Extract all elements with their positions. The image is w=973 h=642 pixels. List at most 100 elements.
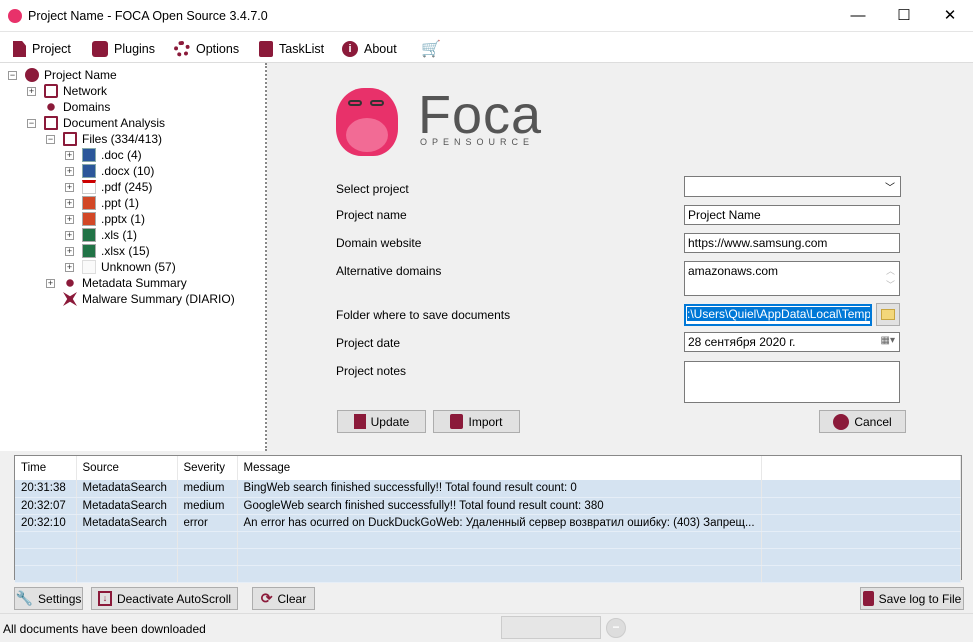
tree-node[interactable]: .doc (4) (82, 147, 142, 163)
pdf-icon (82, 180, 96, 194)
tree-node[interactable]: Malware Summary (DIARIO) (63, 291, 235, 307)
tree-node[interactable]: Domains (44, 99, 110, 115)
expand-toggle[interactable]: + (65, 231, 74, 240)
expand-toggle[interactable]: + (27, 87, 36, 96)
clipboard-icon (259, 41, 273, 57)
tree-node[interactable]: Project Name (25, 67, 117, 83)
expand-toggle[interactable]: + (65, 183, 74, 192)
status-text: All documents have been downloaded (3, 622, 206, 636)
project-notes-input[interactable] (684, 361, 900, 403)
refresh-icon: ⟳ (260, 590, 273, 606)
project-name-label: Project name (336, 208, 407, 222)
expand-toggle[interactable]: + (65, 199, 74, 208)
expand-toggle[interactable]: + (46, 279, 55, 288)
log-row[interactable]: 20:32:10 MetadataSearch error An error has … (15, 514, 962, 532)
log-cell (15, 548, 77, 566)
project-name-input[interactable]: Project Name (684, 205, 900, 225)
menu-plugins[interactable]: Plugins (92, 40, 155, 58)
expand-toggle[interactable]: − (27, 119, 36, 128)
log-table[interactable]: Time Source Severity Message 20:31:38 Met… (14, 455, 962, 583)
add-document-icon (353, 414, 366, 429)
expand-toggle[interactable]: − (46, 135, 55, 144)
button-label: Deactivate AutoScroll (116, 591, 232, 606)
expand-toggle[interactable]: + (65, 167, 74, 176)
column-source[interactable]: Source (76, 456, 178, 480)
tree-node[interactable]: .pdf (245) (82, 179, 152, 195)
tree-node-label: .docx (10) (101, 164, 155, 178)
tree-node[interactable]: Unknown (57) (82, 259, 176, 275)
tree-node[interactable]: .xlsx (15) (82, 243, 150, 259)
menu-cart[interactable]: 🛒 (421, 40, 441, 58)
tree-node[interactable]: Files (334/413) (63, 131, 162, 147)
update-button[interactable]: Update (337, 410, 426, 433)
expand-toggle[interactable]: + (65, 247, 74, 256)
browse-folder-button[interactable] (876, 303, 900, 326)
deactivate-autoscroll-button[interactable]: ↓ Deactivate AutoScroll (91, 587, 238, 610)
settings-button[interactable]: 🔧 Settings (14, 587, 83, 610)
ppt-icon (82, 212, 96, 226)
expand-toggle[interactable]: − (8, 71, 17, 80)
button-label: Cancel (854, 414, 892, 429)
log-row[interactable]: 20:32:07 MetadataSearch medium GoogleWeb se… (15, 497, 962, 515)
log-cell: 20:31:38 (15, 480, 77, 498)
log-cell (761, 531, 962, 549)
folder-input[interactable]: :\Users\Quiel\AppData\Local\Temp\ (684, 304, 872, 326)
log-cell: MetadataSearch (76, 480, 178, 498)
save-log-button[interactable]: Save log to File (860, 587, 964, 610)
log-cell (761, 565, 962, 583)
tree-node[interactable]: Network (44, 83, 107, 99)
close-button[interactable]: ✕ (927, 0, 973, 32)
log-row[interactable] (15, 531, 962, 549)
import-button[interactable]: Import (433, 410, 520, 433)
domain-website-input[interactable]: https://www.samsung.com (684, 233, 900, 253)
log-cell: error (177, 514, 238, 532)
tree-node[interactable]: .docx (10) (82, 163, 154, 179)
calendar-icon[interactable]: ▦▾ (881, 335, 895, 346)
expand-toggle[interactable]: + (65, 215, 74, 224)
expand-toggle[interactable]: + (65, 151, 74, 160)
log-row[interactable] (15, 548, 962, 566)
domain-website-label: Domain website (336, 236, 422, 250)
clear-button[interactable]: ⟳ Clear (252, 587, 315, 610)
log-cell: GoogleWeb search finished successfully!!… (237, 497, 762, 515)
project-tree[interactable]: − Project Name + Network Domains − Document An… (0, 63, 267, 451)
logo-subtext: OPENSOURCE (420, 137, 535, 147)
column-time[interactable]: Time (15, 456, 77, 480)
log-row[interactable]: 20:31:38 MetadataSearch medium BingWeb sear… (15, 480, 962, 498)
menu-label: TaskList (279, 42, 325, 56)
log-cell (76, 531, 178, 549)
minimize-button[interactable]: — (835, 0, 881, 32)
column-severity[interactable]: Severity (177, 456, 238, 480)
menu-tasklist[interactable]: TaskList (259, 40, 324, 58)
tree-node-label: .doc (4) (101, 148, 142, 162)
ppt-icon (82, 196, 96, 210)
maximize-button[interactable]: ☐ (881, 0, 927, 32)
tree-node[interactable]: Metadata Summary (63, 275, 187, 291)
folder-icon (881, 309, 895, 320)
excel-icon (82, 228, 96, 242)
gear-icon (174, 41, 190, 57)
menu-options[interactable]: Options (174, 40, 239, 58)
tree-node[interactable]: .pptx (1) (82, 211, 145, 227)
expand-toggle[interactable]: + (65, 263, 74, 272)
folder-label: Folder where to save documents (336, 308, 511, 322)
project-date-picker[interactable]: 28 сентября 2020 г. ▦▾ (684, 332, 900, 352)
log-cell (761, 497, 962, 515)
tree-node[interactable]: Document Analysis (44, 115, 165, 131)
column-filler (761, 456, 962, 480)
column-message[interactable]: Message (237, 456, 762, 480)
menu-about[interactable]: i About (342, 40, 397, 58)
alternative-domains-input[interactable]: amazonaws.com ︿ ﹀ (684, 261, 900, 296)
select-project-dropdown[interactable]: ﹀ (684, 176, 901, 197)
scrollbar[interactable]: ︿ ﹀ (886, 264, 895, 292)
foca-logo (330, 88, 406, 160)
stop-icon[interactable]: − (606, 618, 626, 638)
log-row[interactable] (15, 565, 962, 583)
cancel-button[interactable]: Cancel (819, 410, 906, 433)
tree-node[interactable]: .xls (1) (82, 227, 137, 243)
tree-node[interactable]: .ppt (1) (82, 195, 139, 211)
alternative-domains-label: Alternative domains (336, 264, 442, 278)
word-icon (82, 164, 96, 178)
log-cell (76, 548, 178, 566)
menu-project[interactable]: Project (13, 40, 71, 58)
